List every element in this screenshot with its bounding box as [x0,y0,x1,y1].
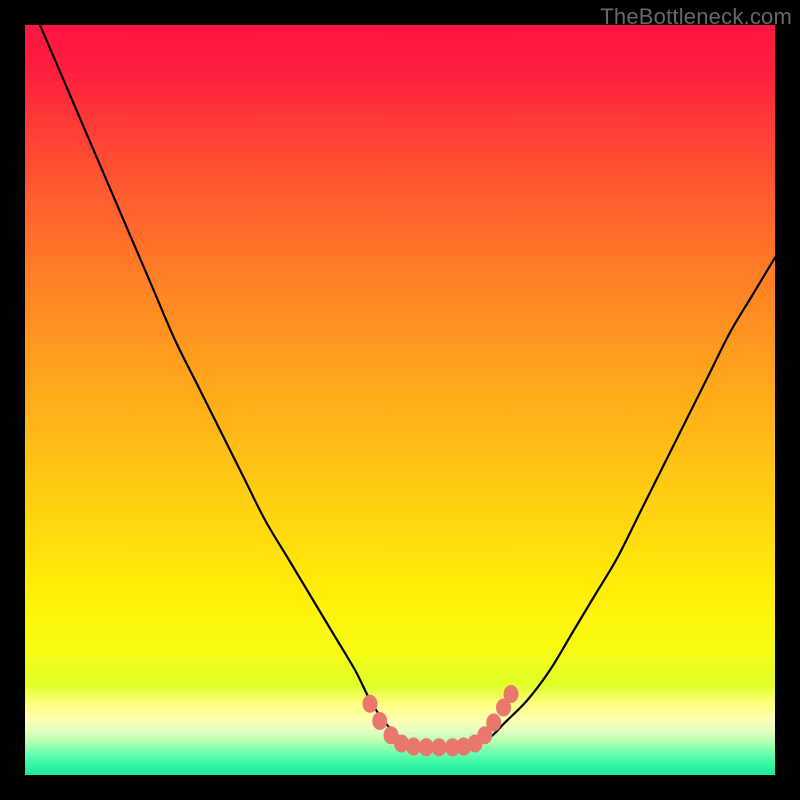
data-marker [406,738,421,756]
chart-svg [25,25,775,775]
data-marker [372,712,387,730]
watermark-text: TheBottleneck.com [600,4,792,30]
background-gradient [25,25,775,775]
data-marker [486,714,501,732]
plot-area [25,25,775,775]
data-marker [363,695,378,713]
data-marker [432,738,447,756]
data-marker [504,685,519,703]
outer-frame: TheBottleneck.com [0,0,800,800]
